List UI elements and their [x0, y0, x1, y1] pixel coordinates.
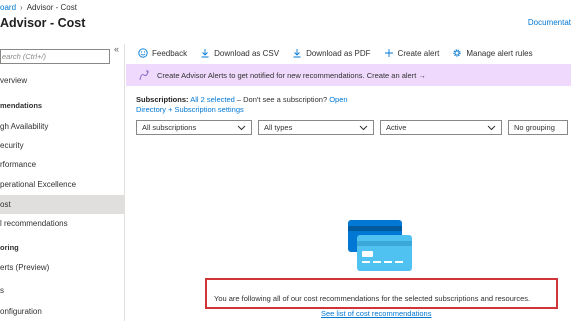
- open-link[interactable]: Open: [329, 95, 347, 104]
- main-content: Feedback Download as CSV Download as PDF…: [126, 44, 571, 321]
- sidebar-item-recommendation-digests[interactable]: s: [0, 281, 124, 300]
- breadcrumb: oard › Advisor - Cost: [0, 2, 77, 13]
- download-pdf-label: Download as PDF: [306, 48, 371, 58]
- feedback-button[interactable]: Feedback: [138, 44, 187, 62]
- create-alert-button[interactable]: Create alert: [384, 44, 440, 62]
- chevron-down-icon: [487, 125, 496, 130]
- advisor-alerts-banner[interactable]: Create Advisor Alerts to get notified fo…: [126, 64, 571, 86]
- sidebar-item-security[interactable]: ecurity: [0, 136, 124, 155]
- smiley-icon: [138, 48, 148, 58]
- subscriptions-missing-text: – Don't see a subscription?: [234, 95, 330, 104]
- download-csv-label: Download as CSV: [214, 48, 280, 58]
- toolbar: Feedback Download as CSV Download as PDF…: [126, 44, 571, 62]
- download-csv-button[interactable]: Download as CSV: [200, 44, 279, 62]
- sidebar: earch (Ctrl+/) « verview mendations gh A…: [0, 44, 125, 321]
- download-icon: [293, 49, 301, 58]
- sidebar-item-cost[interactable]: ost: [0, 195, 124, 214]
- subscriptions-selected-link[interactable]: All 2 selected: [190, 95, 235, 104]
- sidebar-item-high-availability[interactable]: gh Availability: [0, 117, 124, 136]
- manage-alert-rules-label: Manage alert rules: [466, 48, 533, 58]
- types-dropdown[interactable]: All types: [258, 120, 374, 135]
- download-icon: [201, 49, 209, 58]
- status-dropdown-value: Active: [386, 123, 407, 132]
- gear-icon: [453, 49, 461, 57]
- grouping-dropdown[interactable]: No grouping: [508, 120, 568, 135]
- subscriptions-dropdown-value: All subscriptions: [142, 123, 197, 132]
- breadcrumb-parent-link[interactable]: oard: [0, 3, 16, 12]
- sidebar-section-monitoring: oring: [0, 243, 19, 252]
- sidebar-item-overview[interactable]: verview: [0, 71, 124, 90]
- collapse-sidebar-icon[interactable]: «: [114, 44, 119, 54]
- sidebar-item-all-recommendations[interactable]: l recommendations: [0, 214, 124, 233]
- alert-curve-icon: [139, 70, 149, 80]
- chevron-down-icon: [359, 125, 368, 130]
- page-title: Advisor - Cost: [0, 16, 86, 30]
- create-alert-label: Create alert: [397, 48, 440, 58]
- chevron-down-icon: [237, 125, 246, 130]
- feedback-label: Feedback: [152, 48, 188, 58]
- subscriptions-label: Subscriptions:: [136, 95, 189, 104]
- sidebar-section-recommendations: mendations: [0, 101, 43, 110]
- plus-icon: [384, 49, 393, 57]
- grouping-dropdown-value: No grouping: [514, 123, 555, 132]
- search-input[interactable]: earch (Ctrl+/): [0, 49, 110, 64]
- download-pdf-button[interactable]: Download as PDF: [292, 44, 371, 62]
- manage-alert-rules-button[interactable]: Manage alert rules: [452, 44, 533, 62]
- breadcrumb-current: Advisor - Cost: [26, 3, 77, 12]
- status-dropdown[interactable]: Active: [380, 120, 502, 135]
- credit-card-icon: [348, 220, 412, 271]
- filter-bar: All subscriptions All types Active No gr…: [136, 120, 568, 135]
- banner-text: Create Advisor Alerts to get notified fo…: [157, 70, 426, 80]
- sidebar-item-performance[interactable]: rformance: [0, 155, 124, 174]
- sidebar-item-configuration[interactable]: onfiguration: [0, 302, 124, 321]
- empty-state-message: You are following all of our cost recomm…: [214, 294, 531, 303]
- types-dropdown-value: All types: [264, 123, 293, 132]
- subscription-settings-link[interactable]: Directory + Subscription settings: [136, 105, 348, 115]
- cost-recommendations-link[interactable]: See list of cost recommendations: [321, 309, 431, 318]
- breadcrumb-separator-icon: ›: [20, 3, 23, 12]
- sidebar-item-alerts[interactable]: erts (Preview): [0, 258, 124, 277]
- documentation-link[interactable]: Documentat: [528, 18, 571, 27]
- sidebar-item-operational-excellence[interactable]: perational Excellence: [0, 175, 124, 194]
- subscriptions-info: Subscriptions: All 2 selected – Don't se…: [136, 95, 348, 115]
- subscriptions-dropdown[interactable]: All subscriptions: [136, 120, 252, 135]
